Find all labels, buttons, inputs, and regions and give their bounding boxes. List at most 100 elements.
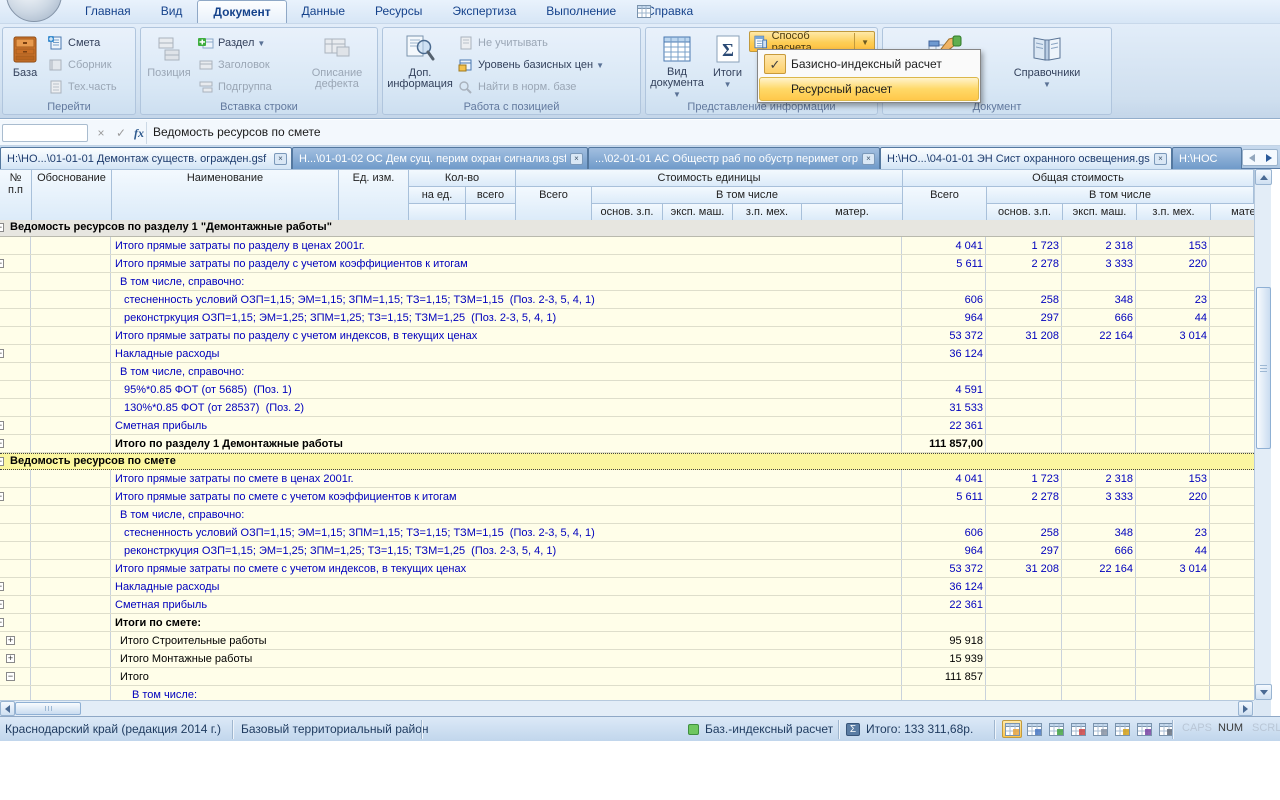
poziciya-button[interactable]: Позиция: [143, 30, 195, 100]
table-row[interactable]: В том числе:: [0, 686, 1254, 700]
document-tab[interactable]: Н:\НО...\01-01-01 Демонтаж существ. огра…: [0, 147, 292, 169]
office-button[interactable]: [6, 0, 62, 22]
close-icon[interactable]: ×: [570, 153, 583, 165]
coins-icon[interactable]: [1112, 720, 1132, 738]
table-row[interactable]: В том числе, справочно:: [0, 273, 1254, 291]
spravochniki-button[interactable]: Справочники▼: [1010, 30, 1084, 100]
cancel-button[interactable]: ×: [92, 124, 110, 142]
vertical-scroll-thumb[interactable]: [1256, 287, 1271, 449]
sbornik-button[interactable]: Сборник: [45, 54, 120, 76]
razdel-button[interactable]: Раздел ▼: [195, 32, 303, 54]
col-header-v-tom-chisle[interactable]: В том числе: [592, 187, 903, 204]
formula-input[interactable]: Ведомость ресурсов по смете: [153, 125, 321, 139]
opisanie-defekta-button[interactable]: Описание дефекта: [303, 30, 371, 100]
table-row[interactable]: Итого111 857−: [0, 668, 1254, 686]
collapse-icon[interactable]: −: [0, 457, 4, 466]
horizontal-scroll-thumb[interactable]: [15, 702, 81, 715]
table-row[interactable]: В том числе, справочно:: [0, 506, 1254, 524]
col-header-mater-2[interactable]: матер.: [1211, 204, 1254, 220]
table-row[interactable]: Итого прямые затраты по смете с учетом и…: [0, 560, 1254, 578]
collapse-icon[interactable]: −: [0, 492, 4, 501]
table-row[interactable]: 95%*0.85 ФОТ (от 5685) (Поз. 1)4 591: [0, 381, 1254, 399]
collapse-icon[interactable]: −: [0, 223, 4, 232]
dop-informaciya-button[interactable]: Доп. информация: [385, 30, 455, 100]
col-header-zp-meh[interactable]: з.п. мех.: [733, 204, 802, 220]
col-header-eksp-mash-2[interactable]: эксп. маш.: [1063, 204, 1137, 220]
menu-item-bazisno-indexnyj[interactable]: ✓ Базисно-индексный расчет: [759, 51, 979, 77]
close-icon[interactable]: ×: [1154, 153, 1167, 165]
tab-scroll-right-icon[interactable]: [1266, 154, 1272, 162]
quick-access-grid-icon[interactable]: [637, 5, 651, 18]
status-region[interactable]: Краснодарский край (редакция 2014 г.): [5, 722, 221, 736]
ribbon-tab[interactable]: Вид: [146, 0, 198, 24]
close-icon[interactable]: ×: [274, 153, 287, 165]
ribbon-tab[interactable]: Экспертиза: [437, 0, 531, 24]
table-row[interactable]: Итого прямые затраты по разделу с учетом…: [0, 255, 1254, 273]
collapse-icon[interactable]: −: [0, 349, 4, 358]
col-header-num[interactable]: №п.п: [0, 170, 32, 220]
table-row[interactable]: реконстркуция ОЗП=1,15; ЭМ=1,25; ЗПМ=1,2…: [0, 542, 1254, 560]
col-header-vsego-total[interactable]: Всего: [903, 187, 987, 220]
col-header-ed-izm[interactable]: Ед. изм.: [339, 170, 409, 220]
name-box[interactable]: [2, 124, 88, 142]
collapse-icon[interactable]: −: [6, 672, 15, 681]
close-icon[interactable]: ×: [862, 153, 875, 165]
document-tab[interactable]: Н:\НОС: [1172, 147, 1242, 169]
document-tab[interactable]: ...\02-01-01 АС Общестр раб по обустр пе…: [588, 147, 880, 169]
col-header-zp-meh-2[interactable]: з.п. мех.: [1137, 204, 1211, 220]
calculator-icon[interactable]: [1156, 720, 1176, 738]
table-row[interactable]: Итого прямые затраты по разделу в ценах …: [0, 237, 1254, 255]
table-row[interactable]: Итого прямые затраты по разделу с учетом…: [0, 327, 1254, 345]
grid-clock-icon[interactable]: [1046, 720, 1066, 738]
table-row[interactable]: Сметная прибыль22 361−: [0, 417, 1254, 435]
document-tab[interactable]: Н:\НО...\04-01-01 ЭН Сист охранного осве…: [880, 147, 1172, 169]
ne-uchityvat-button[interactable]: Не учитывать: [455, 32, 607, 54]
scroll-down-button[interactable]: [1255, 684, 1272, 700]
status-district[interactable]: Базовый территориальный район: [241, 722, 429, 736]
collapse-icon[interactable]: −: [0, 600, 4, 609]
collapse-icon[interactable]: −: [0, 582, 4, 591]
status-total[interactable]: Итого: 133 311,68р.: [866, 722, 973, 736]
status-calc-mode[interactable]: Баз.-индексный расчет: [705, 722, 833, 736]
scroll-right-button[interactable]: [1238, 701, 1253, 716]
smeta-button[interactable]: Смета: [45, 32, 120, 54]
table-row[interactable]: Накладные расходы36 124−: [0, 345, 1254, 363]
uroven-bazisnyh-cen-button[interactable]: Уровень базисных цен ▼: [455, 54, 607, 76]
vid-dokumenta-button[interactable]: Вид документа ▼: [648, 30, 706, 100]
table-row[interactable]: Накладные расходы36 124−: [0, 578, 1254, 596]
grid-view-icon[interactable]: [1002, 720, 1022, 738]
grid-blue-icon[interactable]: [1024, 720, 1044, 738]
table-row[interactable]: реконстркуция ОЗП=1,15; ЭМ=1,25; ЗПМ=1,2…: [0, 309, 1254, 327]
table-row[interactable]: Сметная прибыль22 361−: [0, 596, 1254, 614]
col-header-vsego-small[interactable]: всего: [466, 187, 516, 204]
horizontal-scrollbar[interactable]: [0, 700, 1254, 716]
tab-scroll-left-icon[interactable]: [1249, 154, 1255, 162]
chart-icon[interactable]: [1134, 720, 1154, 738]
ribbon-tab[interactable]: Выполнение: [531, 0, 631, 24]
menu-item-resursnyj[interactable]: Ресурсный расчет: [759, 77, 979, 101]
collapse-icon[interactable]: −: [0, 421, 4, 430]
podgruppa-button[interactable]: Подгруппа: [195, 76, 303, 98]
col-header-v-tom-chisle-2[interactable]: В том числе: [987, 187, 1254, 204]
baza-button[interactable]: База: [5, 30, 45, 100]
document-tab[interactable]: Н...\01-01-02 ОС Дем сущ. перим охран си…: [292, 147, 588, 169]
col-header-vsego-unit[interactable]: Всего: [516, 187, 592, 220]
scroll-left-button[interactable]: [0, 701, 15, 716]
table-row[interactable]: Итого прямые затраты по смете в ценах 20…: [0, 470, 1254, 488]
collapse-icon[interactable]: −: [0, 259, 4, 268]
col-header-osnov-zp-2[interactable]: основ. з.п.: [987, 204, 1063, 220]
table-row[interactable]: стесненность условий ОЗП=1,15; ЭМ=1,15; …: [0, 524, 1254, 542]
section-row[interactable]: Ведомость ресурсов по смете−: [0, 453, 1254, 470]
table-row[interactable]: стесненность условий ОЗП=1,15; ЭМ=1,15; …: [0, 291, 1254, 309]
table-row[interactable]: Итого по разделу 1 Демонтажные работы111…: [0, 435, 1254, 453]
col-header-stoimost-edinicy[interactable]: Стоимость единицы: [516, 170, 903, 187]
najti-v-norm-baze-button[interactable]: Найти в норм. базе: [455, 76, 607, 98]
table-row[interactable]: Итого прямые затраты по смете с учетом к…: [0, 488, 1254, 506]
col-header-na-ed[interactable]: на ед.: [409, 187, 466, 204]
collapse-icon[interactable]: −: [0, 439, 4, 448]
col-header-mater[interactable]: матер.: [802, 204, 903, 220]
tech-chast-button[interactable]: Тех.часть: [45, 76, 120, 98]
col-header-kolvo[interactable]: Кол-во: [409, 170, 516, 187]
col-header-obosnovanie[interactable]: Обоснование: [32, 170, 112, 220]
confirm-button[interactable]: ✓: [112, 124, 130, 142]
